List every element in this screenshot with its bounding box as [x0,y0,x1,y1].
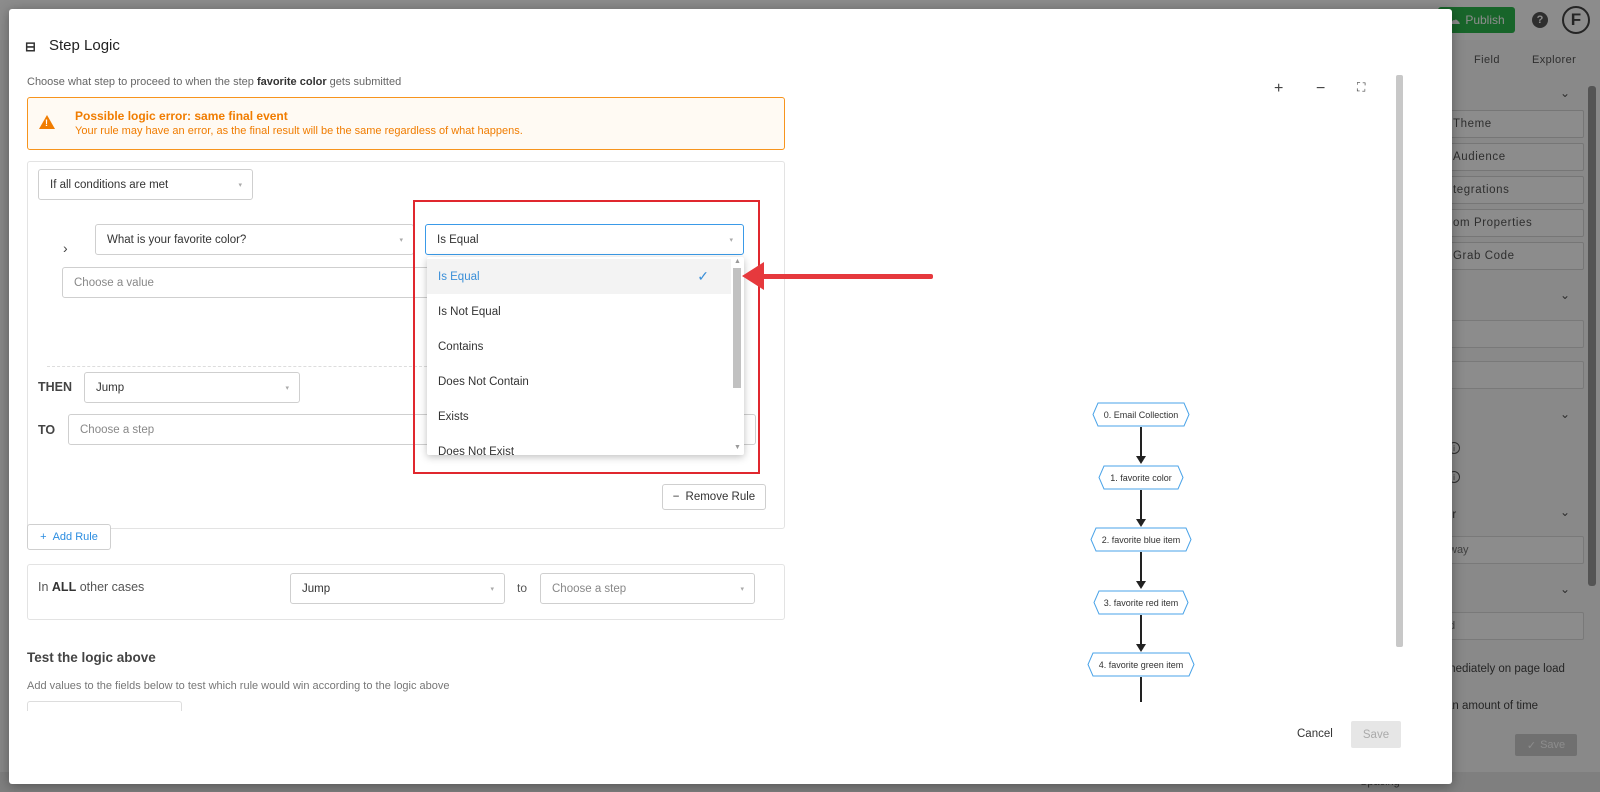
modal-subtitle: Choose what step to proceed to when the … [27,76,401,88]
flow-node-label: 4. favorite green item [1098,659,1184,670]
modal-title: ⊟ Step Logic [25,37,120,54]
chevron-down-icon: ▾ [285,385,289,392]
modal-scrollbar[interactable] [1396,75,1403,647]
value-placeholder: Choose a value [74,276,154,289]
remove-rule-label: Remove Rule [685,491,756,503]
option-label: Contains [438,340,484,353]
option-label: Is Equal [438,270,480,283]
operator-value: Is Equal [437,233,479,246]
remove-rule-button[interactable]: − Remove Rule [662,484,766,510]
chevron-down-icon: ▾ [740,586,744,593]
flow-node-label: 2. favorite blue item [1101,534,1181,545]
flow-connector [1140,677,1142,702]
arrow-down-icon [1136,519,1146,527]
question-select[interactable]: What is your favorite color? ▾ [95,224,414,255]
warning-text: Your rule may have an error, as the fina… [75,125,523,137]
flow-connector [1140,615,1142,645]
arrow-down-icon [1136,644,1146,652]
option-is-equal[interactable]: Is Equal ✓ [427,259,731,294]
other-action-value: Jump [302,582,331,595]
minus-icon: − [672,491,680,503]
other-cases-prefix: In [38,580,52,594]
add-rule-label: Add Rule [52,531,98,543]
subtitle-prefix: Choose what step to proceed to when the … [27,76,257,88]
chevron-right-icon[interactable]: › [63,240,68,256]
condition-mode-value: If all conditions are met [50,178,169,191]
other-step-placeholder: Choose a step [552,582,627,595]
logic-tree-icon: ⊟ [25,38,36,54]
flow-node-label: 1. favorite color [1110,472,1172,483]
test-title: Test the logic above [27,650,156,665]
logic-warning-alert: ! Possible logic error: same final event… [27,97,785,150]
other-step-select[interactable]: Choose a step ▾ [540,573,755,604]
warning-title: Possible logic error: same final event [75,109,288,123]
fit-screen-icon[interactable]: ⛶ [1357,80,1365,95]
plus-icon: + [40,531,47,543]
flow-node-label: 3. favorite red item [1103,597,1179,608]
condition-mode-select[interactable]: If all conditions are met ▾ [38,169,253,200]
save-button[interactable]: Save [1351,721,1401,748]
flow-node[interactable]: 0. Email Collection [1092,402,1190,427]
option-does-not-contain[interactable]: Does Not Contain [427,364,731,399]
value-select[interactable]: Choose a value [62,267,432,298]
annotation-arrow-shaft [757,274,933,279]
other-cases-suffix: other cases [76,580,145,594]
operator-select[interactable]: Is Equal ▾ [425,224,744,255]
option-contains[interactable]: Contains [427,329,731,364]
flow-connector [1140,552,1142,582]
add-rule-button[interactable]: + Add Rule [27,524,111,550]
other-cases-label: In ALL other cases [38,580,144,594]
target-step-placeholder: Choose a step [80,423,155,436]
test-subtitle: Add values to the fields below to test w… [27,680,450,692]
chevron-down-icon: ▾ [729,237,733,244]
chevron-down-icon: ▾ [399,237,403,244]
option-label: Does Not Exist [438,445,515,456]
scroll-up-icon[interactable]: ▲ [734,258,741,265]
chevron-down-icon: ▾ [238,182,242,189]
then-label: THEN [38,380,73,394]
then-action-select[interactable]: Jump ▾ [84,372,300,403]
scroll-down-icon[interactable]: ▼ [734,444,741,451]
other-action-select[interactable]: Jump ▾ [290,573,505,604]
step-logic-modal: ⊟ Step Logic Choose what step to proceed… [9,9,1452,784]
dropdown-scrollbar[interactable] [733,268,741,388]
subtitle-step: favorite color [256,76,327,88]
zoom-out-icon[interactable]: − [1316,80,1325,98]
test-input[interactable] [27,701,182,711]
warning-icon: ! [39,115,55,129]
flow-node[interactable]: 3. favorite red item [1093,590,1189,615]
other-to-label: to [517,581,528,595]
option-label: Does Not Contain [438,375,529,388]
flow-connector [1140,490,1142,520]
flow-connector [1140,427,1142,457]
flow-node[interactable]: 2. favorite blue item [1090,527,1192,552]
operator-dropdown-menu: Is Equal ✓ Is Not Equal Contains Does No… [427,257,744,455]
option-does-not-exist[interactable]: Does Not Exist [427,434,731,456]
divider [47,366,427,367]
then-action-value: Jump [96,381,125,394]
zoom-in-icon[interactable]: + [1274,80,1283,98]
other-cases-all: ALL [51,580,77,594]
option-is-not-equal[interactable]: Is Not Equal [427,294,731,329]
flow-node-label: 0. Email Collection [1103,409,1179,420]
modal-title-text: Step Logic [49,37,120,54]
option-label: Exists [438,410,469,423]
flow-node[interactable]: 4. favorite green item [1087,652,1195,677]
arrow-down-icon [1136,456,1146,464]
cancel-button[interactable]: Cancel [1297,728,1333,740]
option-label: Is Not Equal [438,305,501,318]
check-icon: ✓ [697,268,709,284]
question-value: What is your favorite color? [107,233,247,246]
chevron-down-icon: ▾ [490,586,494,593]
flow-node[interactable]: 1. favorite color [1098,465,1184,490]
subtitle-suffix: gets submitted [326,76,402,88]
to-label: TO [38,423,56,437]
option-exists[interactable]: Exists [427,399,731,434]
arrow-down-icon [1136,581,1146,589]
